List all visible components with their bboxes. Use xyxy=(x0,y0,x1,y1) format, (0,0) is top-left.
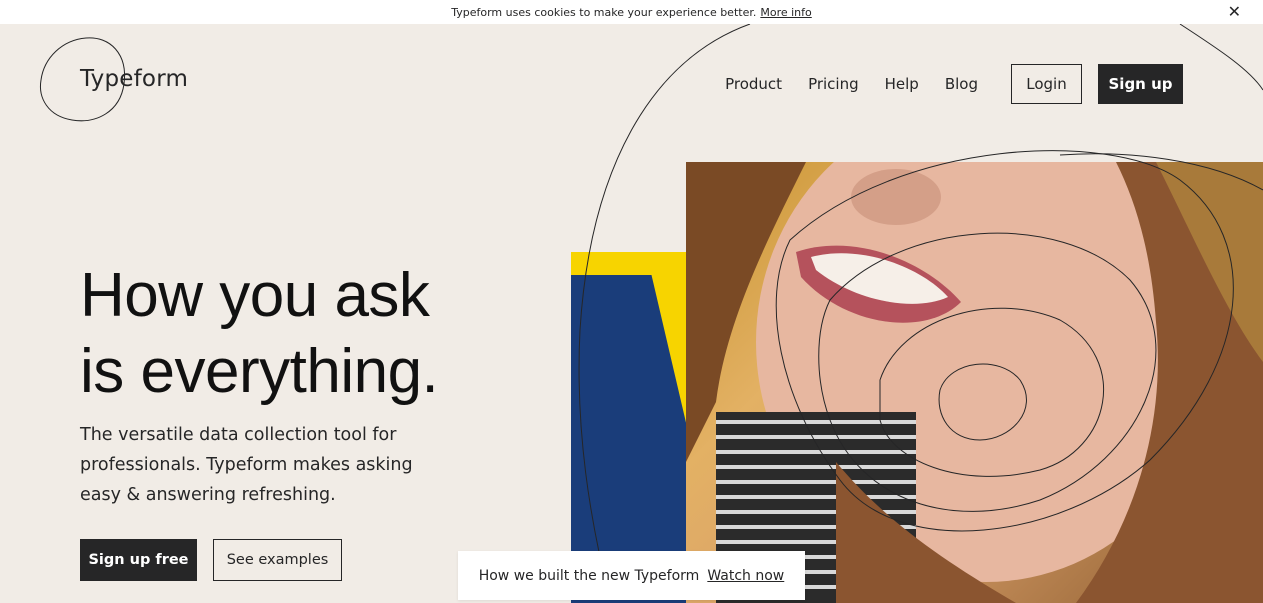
signup-button[interactable]: Sign up xyxy=(1098,64,1183,104)
logo-text: Typeform xyxy=(80,66,189,92)
main-nav: Product Pricing Help Blog Login Sign up xyxy=(725,64,1183,104)
cookie-text: Typeform uses cookies to make your exper… xyxy=(451,5,757,19)
hero-photo-illustration xyxy=(686,162,1263,603)
hero-subtitle: The versatile data collection tool for p… xyxy=(80,425,413,505)
hero-cta-row: Sign up free See examples xyxy=(80,539,342,581)
login-button[interactable]: Login xyxy=(1011,64,1082,104)
cookie-bar: Typeform uses cookies to make your exper… xyxy=(0,0,1263,24)
cookie-more-info-link[interactable]: More info xyxy=(760,6,811,19)
hero-title: How you ask is everything. xyxy=(80,258,550,410)
nav-pricing[interactable]: Pricing xyxy=(808,75,859,93)
nav-product[interactable]: Product xyxy=(725,75,782,93)
nav-help[interactable]: Help xyxy=(885,75,919,93)
hero-title-line2: is everything. xyxy=(80,337,439,406)
signup-free-button[interactable]: Sign up free xyxy=(80,539,197,581)
logo[interactable]: Typeform xyxy=(38,36,208,126)
nav-blog[interactable]: Blog xyxy=(945,75,978,93)
see-examples-button[interactable]: See examples xyxy=(213,539,342,581)
watch-banner: How we built the new Typeform Watch now xyxy=(458,551,805,600)
close-icon[interactable]: ✕ xyxy=(1228,3,1241,21)
hero-title-line1: How you ask xyxy=(80,261,430,330)
hero-photo xyxy=(686,162,1263,603)
watch-banner-text: How we built the new Typeform xyxy=(478,567,700,584)
watch-now-link[interactable]: Watch now xyxy=(707,568,784,584)
